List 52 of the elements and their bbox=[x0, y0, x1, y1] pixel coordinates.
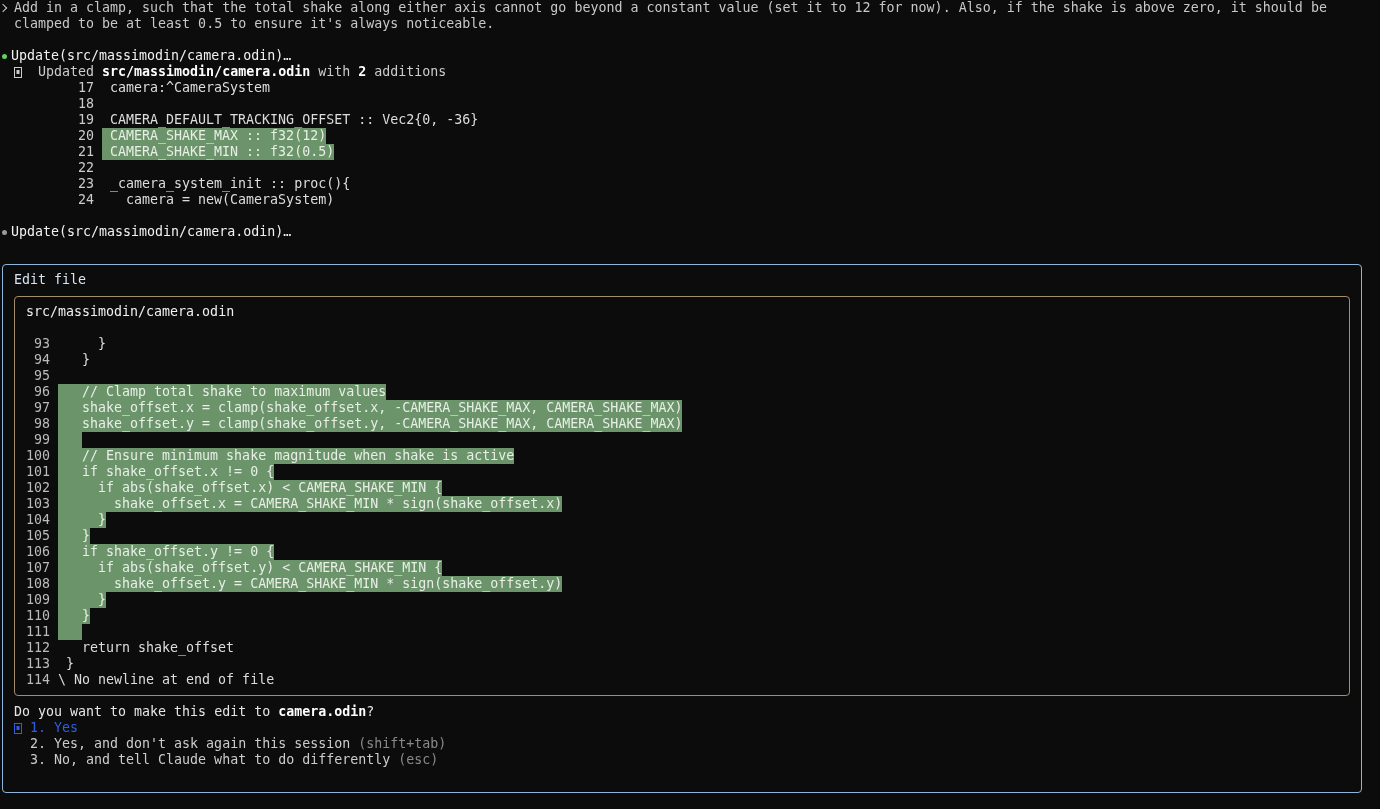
line-number: 20 bbox=[77, 128, 94, 144]
line-number: 97 bbox=[33, 400, 50, 416]
line-number: 21 bbox=[77, 144, 94, 160]
line-number: 111 bbox=[26, 624, 50, 640]
option-item[interactable]: 1. Yes bbox=[14, 720, 1350, 736]
pointer-icon bbox=[14, 722, 22, 734]
prompt-text: Add in a clamp, such that the total shake along either axis cannot go beyond a constant value (set it to 12 for now). Also, if the shake is above zero, it should be bbox=[14, 0, 1327, 16]
line-number: 102 bbox=[26, 480, 50, 496]
line-number: 104 bbox=[26, 512, 50, 528]
code-line: } bbox=[81, 352, 91, 368]
option-item[interactable]: 2. Yes, and don't ask again this session (shift+tab) bbox=[14, 736, 1350, 752]
line-number: 19 bbox=[77, 112, 94, 128]
code-line: _camera_system_init :: proc(){ bbox=[109, 176, 351, 192]
code-line: camera = new(CameraSystem) bbox=[125, 192, 335, 208]
line-number: 113 bbox=[26, 656, 50, 672]
dialog-title: Edit file bbox=[14, 272, 88, 288]
code-line: CAMERA_DEFAULT_TRACKING_OFFSET :: Vec2{0, -36} bbox=[109, 112, 479, 128]
line-number: 93 bbox=[33, 336, 50, 352]
line-number: 22 bbox=[77, 160, 94, 176]
tool-call-title: Update(src/massimodin/camera.odin)… bbox=[11, 48, 292, 64]
line-number: 98 bbox=[33, 416, 50, 432]
option-item[interactable]: 3. No, and tell Claude what to do differently (esc) bbox=[14, 752, 1350, 768]
line-number: 24 bbox=[77, 192, 94, 208]
result-text: Updated src/massimodin/camera.odin with 2 additions bbox=[38, 64, 447, 80]
line-number: 114 bbox=[26, 672, 50, 688]
box-glyph-icon bbox=[14, 66, 22, 78]
code-line: } bbox=[65, 656, 74, 672]
line-number: 23 bbox=[77, 176, 94, 192]
code-line: return shake_offset bbox=[81, 640, 235, 656]
line-number: 106 bbox=[26, 544, 50, 560]
line-number: 95 bbox=[33, 368, 50, 384]
line-number: 108 bbox=[26, 576, 50, 592]
prompt-text: clamped to be at least 0.5 to ensure it's always noticeable. bbox=[14, 16, 495, 32]
line-number: 17 bbox=[77, 80, 94, 96]
line-number: 96 bbox=[33, 384, 50, 400]
line-number: 109 bbox=[26, 592, 50, 608]
line-number: 101 bbox=[26, 464, 50, 480]
line-number: 100 bbox=[26, 448, 50, 464]
line-number: 105 bbox=[26, 528, 50, 544]
line-number: 18 bbox=[77, 96, 94, 112]
code-line: } bbox=[97, 336, 107, 352]
line-number: 112 bbox=[26, 640, 50, 656]
code-line: \ No newline at end of file bbox=[58, 672, 275, 688]
line-number: 110 bbox=[26, 608, 50, 624]
question-text: Do you want to make this edit to camera.odin? bbox=[14, 704, 376, 720]
file-path: src/massimodin/camera.odin bbox=[26, 304, 236, 320]
tool-call-title: Update(src/massimodin/camera.odin)… bbox=[11, 224, 292, 240]
line-number: 107 bbox=[26, 560, 50, 576]
line-number: 94 bbox=[33, 352, 50, 368]
line-number: 99 bbox=[33, 432, 50, 448]
line-number: 103 bbox=[26, 496, 50, 512]
code-line: camera:^CameraSystem bbox=[109, 80, 271, 96]
